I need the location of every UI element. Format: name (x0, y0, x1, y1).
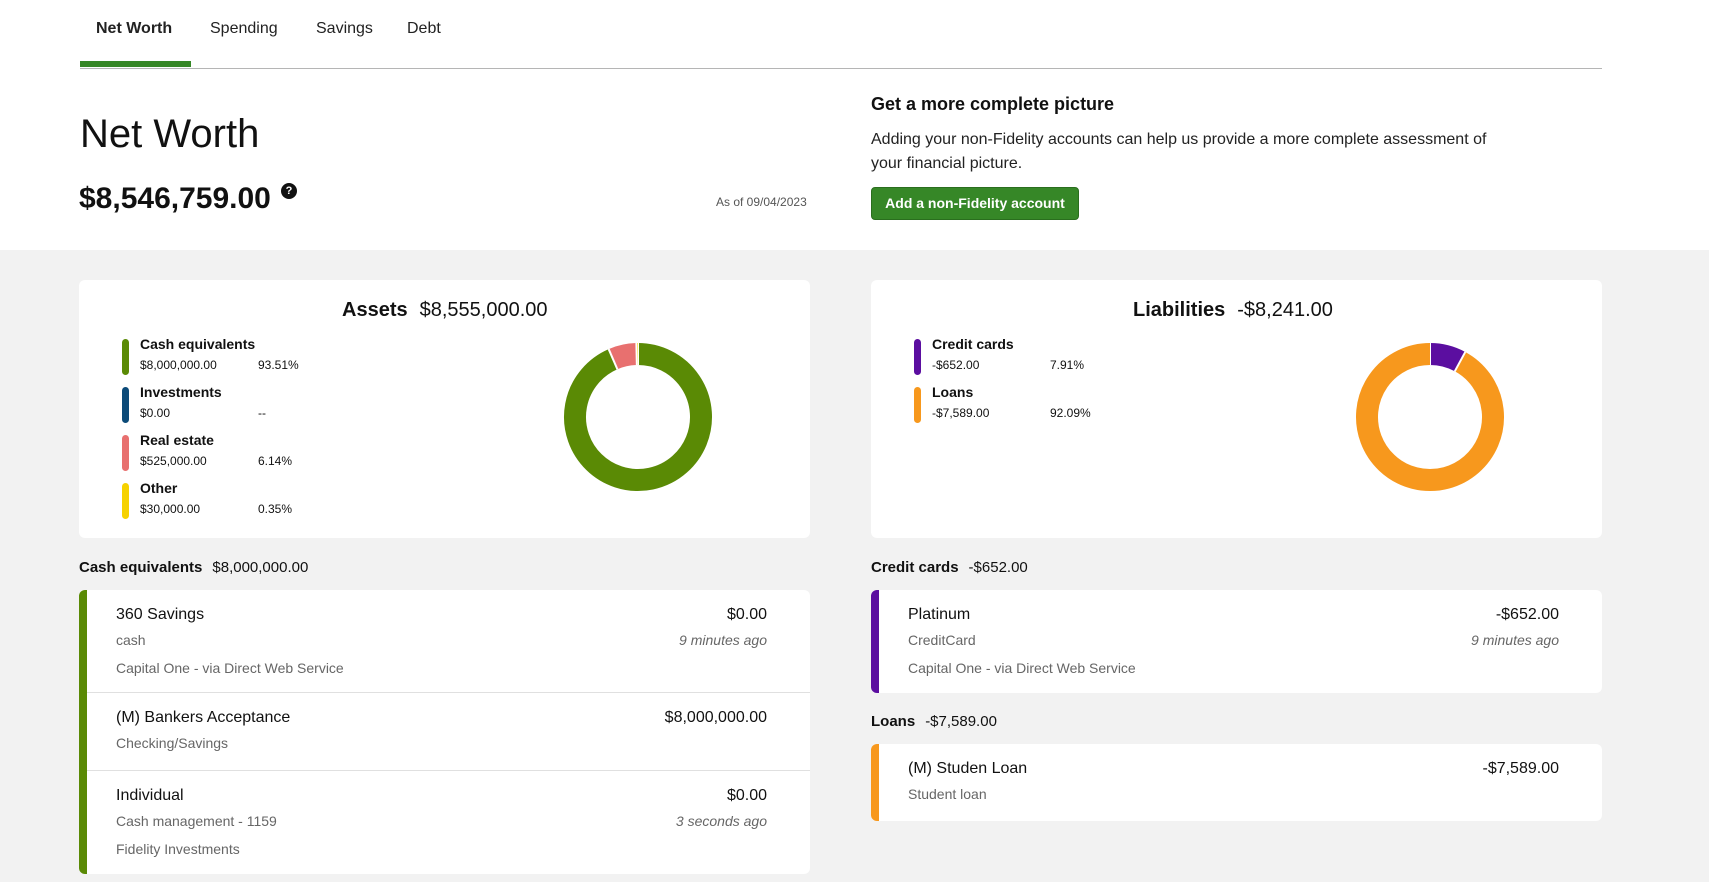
as-of-date: As of 09/04/2023 (716, 195, 807, 209)
assets-label: Assets (342, 299, 408, 321)
account-type: Checking/Savings (116, 735, 229, 751)
account-name: 360 Savings (116, 606, 205, 623)
liabilities-slice-credit-cards (1429, 343, 1466, 372)
legend-label: Cash equivalents (140, 336, 256, 352)
legend-swatch (122, 435, 129, 471)
legend-percent: 93.51% (258, 358, 299, 372)
legend-value: -$652.00 (932, 358, 980, 372)
legend-label: Other (140, 480, 178, 496)
legend-value: $8,000,000.00 (140, 358, 217, 372)
liabilities-slice-loans (1356, 343, 1504, 491)
cash-section-label: Cash equivalents (79, 559, 203, 576)
account-row-individual[interactable]: Individual Cash management - 1159 Fideli… (87, 771, 810, 874)
account-name: (M) Studen Loan (908, 760, 1028, 777)
account-type: Student loan (908, 786, 987, 802)
assets-slice-real-estate (608, 343, 638, 370)
account-type: CreditCard (908, 632, 976, 648)
liabilities-donut-chart (1356, 343, 1504, 491)
legend-percent: 0.35% (258, 502, 293, 516)
account-row-bankers-acceptance[interactable]: (M) Bankers Acceptance Checking/Savings … (87, 693, 810, 771)
legend-label: Loans (932, 384, 974, 400)
loans-section-header: Loans -$7,589.00 (871, 713, 997, 730)
account-row-student-loan[interactable]: (M) Studen Loan Student loan -$7,589.00 (879, 744, 1602, 821)
cash-color-stripe (79, 590, 87, 874)
legend-value: $525,000.00 (140, 454, 207, 468)
cash-section-total: $8,000,000.00 (212, 559, 309, 576)
tab-net-worth[interactable]: Net Worth (96, 20, 172, 38)
account-updated: 3 seconds ago (675, 813, 767, 829)
loans-section-label: Loans (871, 713, 916, 730)
help-icon[interactable]: ? (281, 183, 297, 199)
assets-total: $8,555,000.00 (419, 299, 548, 321)
legend-swatch (914, 339, 921, 375)
account-row-360-savings[interactable]: 360 Savings cash Capital One - via Direc… (87, 590, 810, 693)
tab-spending[interactable]: Spending (210, 20, 278, 38)
cash-section-header: Cash equivalents $8,000,000.00 (79, 559, 308, 576)
account-institution: Capital One - via Direct Web Service (908, 660, 1136, 676)
liabilities-label: Liabilities (1133, 299, 1226, 321)
net-worth-value: $8,546,759.00 (79, 182, 271, 215)
summary-header: Net Worth Spending Savings Debt Net Wort… (0, 0, 1709, 250)
liabilities-title: Liabilities -$8,241.00 (1133, 299, 1333, 322)
promo-text: Adding your non-Fidelity accounts can he… (871, 131, 1487, 172)
assets-slice-cash-equivalents (564, 343, 712, 491)
account-type: Cash management - 1159 (116, 813, 277, 829)
legend-percent: 6.14% (258, 454, 293, 468)
legend-value: -$7,589.00 (932, 406, 990, 420)
credit-section-header: Credit cards -$652.00 (871, 559, 1028, 576)
credit-section-label: Credit cards (871, 559, 959, 576)
legend-percent: 7.91% (1050, 358, 1085, 372)
legend-swatch (914, 387, 921, 423)
credit-section-total: -$652.00 (968, 559, 1028, 576)
legend-swatch (122, 483, 129, 519)
tab-savings[interactable]: Savings (316, 20, 373, 38)
account-balance: -$7,589.00 (1482, 760, 1559, 777)
account-balance: $8,000,000.00 (664, 709, 767, 726)
account-name: (M) Bankers Acceptance (116, 709, 291, 726)
account-row-platinum[interactable]: Platinum CreditCard Capital One - via Di… (879, 590, 1602, 693)
assets-title: Assets $8,555,000.00 (342, 299, 548, 322)
legend-swatch (122, 387, 129, 423)
cash-accounts-list: 360 Savings cash Capital One - via Direc… (79, 590, 810, 874)
tab-debt[interactable]: Debt (407, 20, 441, 38)
tab-bar: Net Worth Spending Savings Debt (80, 0, 1602, 69)
account-balance: $0.00 (726, 606, 767, 623)
legend-percent: 92.09% (1050, 406, 1091, 420)
loans-section-total: -$7,589.00 (925, 713, 997, 730)
legend-label: Credit cards (932, 336, 1014, 352)
legend-swatch (122, 339, 129, 375)
promo-title: Get a more complete picture (871, 94, 1115, 114)
loans-color-stripe (871, 744, 879, 821)
liabilities-total: -$8,241.00 (1237, 299, 1333, 321)
credit-color-stripe (871, 590, 879, 693)
account-institution: Fidelity Investments (116, 841, 240, 857)
account-institution: Capital One - via Direct Web Service (116, 660, 344, 676)
legend-value: $30,000.00 (140, 502, 201, 516)
legend-label: Real estate (140, 432, 214, 448)
account-balance: $0.00 (726, 787, 767, 804)
account-updated: 9 minutes ago (679, 632, 767, 648)
account-updated: 9 minutes ago (1471, 632, 1559, 648)
assets-donut-chart (564, 342, 712, 491)
account-name: Platinum (908, 606, 971, 623)
account-name: Individual (116, 787, 184, 804)
active-tab-indicator (80, 61, 191, 67)
account-balance: -$652.00 (1495, 606, 1559, 623)
legend-value: $0.00 (140, 406, 171, 420)
credit-accounts-list: Platinum CreditCard Capital One - via Di… (871, 590, 1602, 693)
loan-accounts-list: (M) Studen Loan Student loan -$7,589.00 (871, 744, 1602, 821)
add-non-fidelity-account-button[interactable]: Add a non-Fidelity account (871, 187, 1079, 220)
page-title: Net Worth (80, 112, 260, 156)
legend-percent: -- (258, 406, 266, 420)
account-type: cash (116, 632, 146, 648)
legend-label: Investments (140, 384, 222, 400)
